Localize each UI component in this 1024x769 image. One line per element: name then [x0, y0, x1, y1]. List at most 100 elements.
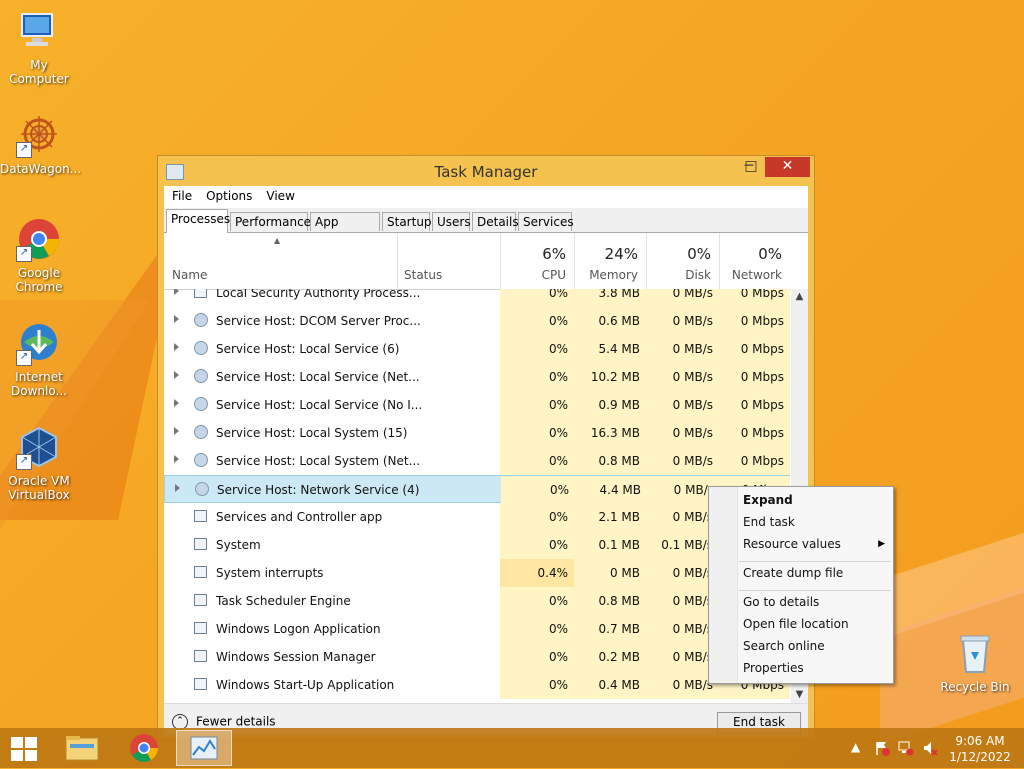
network-cell: 0 Mbps [719, 419, 790, 447]
network-cell: 0 Mbps [719, 447, 790, 475]
tab-startup[interactable]: Startup [382, 212, 432, 231]
desktop-icon-internet-download-manager[interactable]: ↗ Internet Downlo... [0, 320, 78, 398]
disk-cell: 0 MB/s [646, 419, 719, 447]
process-row[interactable]: Service Host: Local Service (No I... 0% 0.… [164, 391, 790, 419]
show-hidden-icons-icon[interactable]: ▲ [851, 740, 860, 754]
process-row[interactable]: Task Scheduler Engine0%0.8 MB0 MB/s0 Mbp… [164, 587, 790, 615]
process-row[interactable]: Service Host: Local Service (6) 0% 5.4 MB 0… [164, 335, 790, 363]
menu-view[interactable]: View [258, 186, 300, 203]
cpu-cell: 0% [500, 447, 574, 475]
service-gear-icon [194, 313, 208, 327]
desktop-icon-datawagon[interactable]: ↗ DataWagon... [0, 112, 82, 176]
memory-cell: 0 MB [574, 559, 646, 587]
expand-arrow-icon[interactable] [174, 289, 179, 295]
context-menu-item[interactable]: Resource values [743, 537, 841, 551]
menu-options[interactable]: Options [198, 186, 258, 203]
process-row[interactable]: Service Host: Local System (15) 0% 16.3 MB… [164, 419, 790, 447]
virtualbox-icon: ↗ [16, 424, 62, 470]
taskbar-task-manager[interactable] [176, 730, 232, 766]
taskbar-file-explorer[interactable] [54, 730, 110, 766]
process-row[interactable]: Service Host: Local System (Net... 0% 0.8 … [164, 447, 790, 475]
action-center-flag-icon[interactable] [874, 740, 890, 759]
title-bar[interactable]: Task Manager ─ □ ✕ [158, 156, 814, 186]
network-icon[interactable] [898, 740, 914, 759]
context-menu-item[interactable]: Properties [743, 661, 804, 675]
disk-total: 0% [687, 245, 711, 263]
memory-cell: 0.4 MB [574, 671, 646, 699]
tab-app-history[interactable]: App history [310, 212, 380, 247]
service-gear-icon [195, 482, 209, 496]
chrome-icon: ↗ [16, 216, 62, 262]
start-button[interactable] [11, 737, 37, 761]
process-row[interactable]: Service Host: Network Service (4) 0% 4.4 M… [164, 475, 790, 504]
memory-cell: 3.8 MB [574, 289, 646, 307]
cpu-cell: 0% [500, 363, 574, 391]
context-menu-item[interactable]: Expand [743, 493, 793, 507]
maximize-button[interactable]: □ [738, 157, 764, 177]
expand-arrow-icon[interactable] [174, 427, 179, 435]
desktop-icon-label: Oracle VM VirtualBox [8, 474, 70, 502]
process-name: System [216, 538, 261, 552]
process-row[interactable]: Windows Start-Up Application 0% 0.4 MB 0 MB… [164, 671, 790, 699]
context-menu-item[interactable]: Go to details [743, 595, 819, 609]
process-row[interactable]: System interrupts0.4%0 MB0 MB/s0 Mbps [164, 559, 790, 587]
column-header-cpu[interactable]: 6% CPU [500, 233, 574, 289]
desktop-icon-oracle-vm-virtualbox[interactable]: ↗ Oracle VM VirtualBox [0, 424, 78, 502]
context-menu-item[interactable]: Create dump file [743, 566, 843, 580]
process-window-icon [194, 622, 207, 634]
close-button[interactable]: ✕ [765, 157, 810, 177]
column-header-disk[interactable]: 0% Disk [646, 233, 719, 289]
process-row[interactable]: Service Host: Local Service (Net... 0% 10.… [164, 363, 790, 391]
desktop-icon-label: DataWagon... [0, 162, 82, 176]
cpu-cell: 0% [500, 289, 574, 307]
expand-arrow-icon[interactable] [174, 399, 179, 407]
taskbar: ▲ 9:06 AM 1/12/2022 [0, 728, 1024, 768]
internet-download-manager-icon: ↗ [16, 320, 62, 366]
desktop-icon-my-computer[interactable]: My Computer [0, 8, 78, 86]
tab-processes[interactable]: Processes [166, 209, 230, 233]
process-row[interactable]: Windows Logon Application0%0.7 MB0 MB/s0… [164, 615, 790, 643]
expand-arrow-icon[interactable] [174, 315, 179, 323]
process-name: Service Host: Local System (15) [216, 426, 408, 440]
memory-cell: 16.3 MB [574, 419, 646, 447]
column-label: Status [404, 268, 443, 282]
process-row[interactable]: Local Security Authority Process... 0% 3.8… [164, 289, 790, 307]
expand-arrow-icon[interactable] [174, 455, 179, 463]
column-header-name[interactable]: ▲ Name [164, 233, 396, 289]
process-row[interactable]: Windows Session Manager0%0.2 MB0 MB/s0 M… [164, 643, 790, 671]
context-menu: Expand End task Resource values ▶ Create dum… [708, 486, 894, 684]
tab-performance[interactable]: Performance [230, 212, 311, 231]
process-row[interactable]: Services and Controller app 0% 2.1 MB 0 MB/… [164, 503, 790, 531]
context-menu-item[interactable]: Search online [743, 639, 825, 653]
system-clock[interactable]: 9:06 AM 1/12/2022 [948, 733, 1012, 765]
process-row[interactable]: Service Host: DCOM Server Proc... 0% 0.6 M… [164, 307, 790, 335]
expand-arrow-icon[interactable] [175, 484, 180, 492]
tab-details[interactable]: Details [472, 212, 519, 231]
column-header-memory[interactable]: 24% Memory [574, 233, 646, 289]
volume-muted-icon[interactable] [922, 740, 938, 759]
desktop-icon-google-chrome[interactable]: ↗ Google Chrome [0, 216, 78, 294]
context-menu-item[interactable]: End task [743, 515, 795, 529]
column-label: Disk [685, 268, 711, 282]
process-name: Service Host: Local Service (No I... [216, 398, 423, 412]
context-menu-item[interactable]: Open file location [743, 617, 849, 631]
process-name: Service Host: Network Service (4) [217, 483, 420, 497]
process-row[interactable]: System0%0.1 MB0.1 MB/s0 Mbps [164, 531, 790, 559]
cpu-cell: 0% [500, 587, 574, 615]
scroll-down-arrow-icon[interactable]: ▼ [791, 687, 808, 703]
column-header-network[interactable]: 0% Network [719, 233, 790, 289]
expand-arrow-icon[interactable] [174, 371, 179, 379]
desktop-icon-recycle-bin[interactable]: Recycle Bin [936, 630, 1014, 694]
tab-users[interactable]: Users [432, 212, 471, 231]
process-window-icon [194, 289, 207, 298]
expand-arrow-icon[interactable] [174, 343, 179, 351]
memory-cell: 4.4 MB [575, 476, 647, 504]
scroll-up-arrow-icon[interactable]: ▲ [791, 289, 808, 305]
menu-file[interactable]: File [164, 186, 198, 203]
menu-bar: File Options View [164, 186, 808, 208]
column-header-status[interactable]: Status [397, 233, 500, 289]
column-label: Network [731, 268, 782, 282]
tab-services[interactable]: Services [518, 212, 574, 231]
service-gear-icon [194, 397, 208, 411]
taskbar-chrome[interactable] [116, 730, 172, 766]
